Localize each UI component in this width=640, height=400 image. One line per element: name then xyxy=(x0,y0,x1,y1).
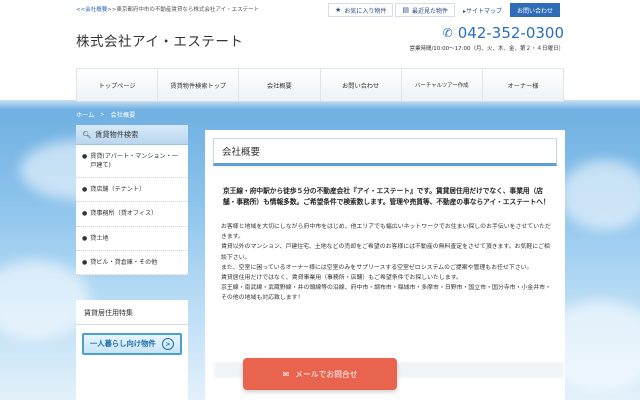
breadcrumb-current: 会社概要 xyxy=(110,112,136,119)
sidebar-item-label: 貸土地 xyxy=(90,234,109,242)
sidebar-item-label: 貸事務所（貸オフィス） xyxy=(90,210,158,218)
body-paragraph: お客様と地域を大切にしながら府中市をはじめ、他エリアでも幅広いネットワークでお住… xyxy=(221,224,551,241)
phone-icon: ✆ xyxy=(442,26,453,40)
body-paragraph: 京王線・南武線・武蔵野線・井の頭線等の沿線、府中市・調布市・稲城市・多摩市・日野… xyxy=(221,285,551,302)
top-buttons: ★ お気に入り物件 ▤ 最近見た物件 ▸サイトマップ お問い合わせ xyxy=(328,3,560,17)
nav-item-search[interactable]: 賃貸物件検索トップ xyxy=(157,69,238,101)
bullet-icon: ● xyxy=(82,153,88,160)
page-title: 会社概要 xyxy=(213,138,557,166)
bullet-icon: ● xyxy=(82,186,88,194)
phone-text: 042-352-0300 xyxy=(457,24,564,42)
cta-label: メールでお問合せ xyxy=(295,369,358,379)
sitemap-link[interactable]: ▸サイトマップ xyxy=(456,3,508,17)
bullet-icon: ● xyxy=(82,234,88,242)
favorites-label: お気に入り物件 xyxy=(344,7,387,15)
contact-label: お問い合わせ xyxy=(516,7,553,15)
top-breadcrumb-link[interactable]: <<会社概要 xyxy=(76,7,107,13)
lead-text: 京王線・府中駅から徒歩５分の不動産会社『アイ・エステート』です。賃貸居住用だけで… xyxy=(223,187,550,207)
breadcrumb: ホーム > 会社概要 xyxy=(76,110,136,120)
sidebar-feature: 賃貸居住用特集 一人暮らし向け物件 > xyxy=(76,300,188,400)
search-icon: 🔍︎ xyxy=(82,130,92,139)
sidebar-item-office[interactable]: ● 貸事務所（貸オフィス） xyxy=(76,202,188,227)
phone-number[interactable]: ✆ 042-352-0300 xyxy=(443,24,564,42)
single-living-banner[interactable]: 一人暮らし向け物件 > xyxy=(82,333,182,355)
nav-item-company[interactable]: 会社概要 xyxy=(238,69,319,101)
top-breadcrumb: <<会社概要>>東京都府中市の不動産賃貸なら株式会社アイ・エステート xyxy=(76,5,259,13)
sidebar-heading: 🔍︎ 賃貸物件検索 xyxy=(76,125,188,145)
mail-icon: ✉ xyxy=(282,369,290,379)
star-icon: ★ xyxy=(335,6,342,14)
mail-contact-button[interactable]: ✉ メールでお問合せ xyxy=(243,358,397,390)
nav-item-top[interactable]: トップページ xyxy=(76,69,157,101)
sitemap-label: ▸サイトマップ xyxy=(462,7,502,15)
nav-item-virtual-tour[interactable]: バーチャルツアー作成 xyxy=(400,69,482,101)
sidebar-search: 🔍︎ 賃貸物件検索 ● 賃貸(アパート・マンション・一戸建て) ● 貸店舗（テナ… xyxy=(76,125,188,275)
favorites-button[interactable]: ★ お気に入り物件 xyxy=(328,3,394,17)
body-text: お客様と地域を大切にしながら府中市をはじめ、他エリアでも幅広いネットワークでお住… xyxy=(221,222,553,303)
bullet-icon: ● xyxy=(82,258,88,266)
doc-icon: ▤ xyxy=(402,6,409,14)
body-paragraph: 賃貸居住用だけではなく、賃貸事業用（事務所・店舗）もご希望条件でお探しいたします… xyxy=(221,274,462,281)
nav-item-contact[interactable]: お問い合わせ xyxy=(319,69,401,101)
sidebar-item-label: 賃貸(アパート・マンション・一戸建て) xyxy=(90,153,178,170)
body-paragraph: 賃貸以外のマンション、戸建住宅、土地などの売却をご希望のお客様には不動産の無料査… xyxy=(221,244,550,261)
nav-item-owner[interactable]: オーナー様 xyxy=(481,69,565,101)
breadcrumb-home[interactable]: ホーム xyxy=(76,110,94,119)
sidebar-item-land[interactable]: ● 貸土地 xyxy=(76,227,188,251)
sidebar-heading-label: 賃貸物件検索 xyxy=(95,129,139,139)
feature-heading: 賃貸居住用特集 xyxy=(76,300,188,325)
body-paragraph: また、空室に困っているオーナー様には空室のみをサプリースする空室ゼロシステムのご… xyxy=(221,264,533,271)
top-breadcrumb-text: >>東京都府中市の不動産賃貸なら株式会社アイ・エステート xyxy=(107,7,260,13)
sidebar-item-label: 貸ビル・貸倉庫・その他 xyxy=(90,258,158,266)
breadcrumb-separator: > xyxy=(100,111,105,118)
company-name[interactable]: 株式会社アイ・エステート xyxy=(76,30,243,50)
bullet-icon: ● xyxy=(82,210,88,218)
banner-label: 一人暮らし向け物件 xyxy=(90,339,156,348)
recent-button[interactable]: ▤ 最近見た物件 xyxy=(395,3,455,17)
recent-label: 最近見た物件 xyxy=(411,7,448,15)
chevron-right-icon: > xyxy=(162,338,174,350)
contact-button[interactable]: お問い合わせ xyxy=(509,3,560,17)
global-nav: トップページ 賃貸物件検索トップ 会社概要 お問い合わせ バーチャルツアー作成 … xyxy=(76,68,565,102)
sidebar-item-label: 貸店舗（テナント） xyxy=(90,186,146,194)
sidebar-item-other[interactable]: ● 貸ビル・貸倉庫・その他 xyxy=(76,251,188,275)
sidebar-item-store[interactable]: ● 貸店舗（テナント） xyxy=(76,178,188,203)
sidebar-item-residential[interactable]: ● 賃貸(アパート・マンション・一戸建て) xyxy=(76,145,188,179)
business-hours: 営業時間/10:00～17:00（月、火、木、金、第２・４日曜日） xyxy=(409,46,564,52)
